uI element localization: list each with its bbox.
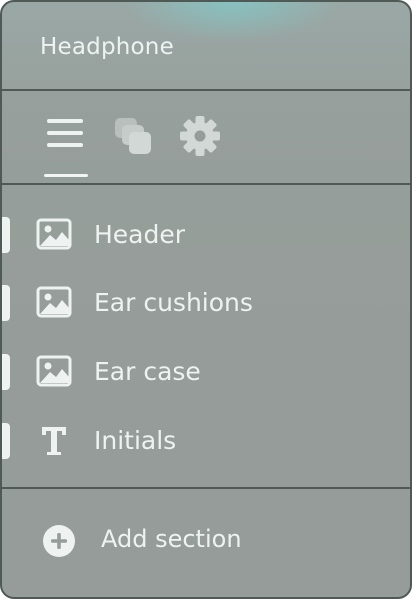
section-label: Ear case	[94, 357, 201, 386]
layers-icon	[111, 115, 155, 175]
image-icon	[36, 218, 72, 252]
tab-sections[interactable]	[42, 115, 88, 177]
settings-gear-icon	[178, 115, 222, 175]
list-icon	[44, 115, 86, 175]
drag-handle[interactable]	[2, 354, 10, 390]
drag-handle[interactable]	[2, 423, 10, 459]
plus-circle-icon	[43, 525, 75, 557]
panel-title: Headphone	[40, 34, 174, 60]
section-label: Ear cushions	[94, 288, 253, 317]
image-icon	[36, 286, 72, 320]
section-label: Header	[94, 220, 186, 249]
list-item[interactable]: Ear case	[2, 342, 410, 402]
section-list: Header Ear cushions Ear case Initials	[2, 185, 410, 489]
section-label: Initials	[94, 426, 177, 455]
section-panel: Headphone Header Ear cushions Ear case I…	[0, 0, 412, 599]
active-tab-indicator	[44, 174, 88, 177]
list-item[interactable]: Header	[2, 205, 410, 265]
image-icon	[36, 355, 72, 389]
panel-header: Headphone	[2, 2, 410, 91]
list-item[interactable]: Ear cushions	[2, 273, 410, 333]
drag-handle[interactable]	[2, 285, 10, 321]
list-item[interactable]: Initials	[2, 411, 410, 471]
tab-layers[interactable]	[110, 115, 156, 175]
add-section-label: Add section	[101, 525, 242, 553]
text-icon	[36, 424, 72, 458]
tab-settings[interactable]	[177, 115, 223, 175]
drag-handle[interactable]	[2, 217, 10, 253]
panel-tabs	[2, 91, 410, 185]
add-section-button[interactable]: Add section	[2, 489, 410, 597]
